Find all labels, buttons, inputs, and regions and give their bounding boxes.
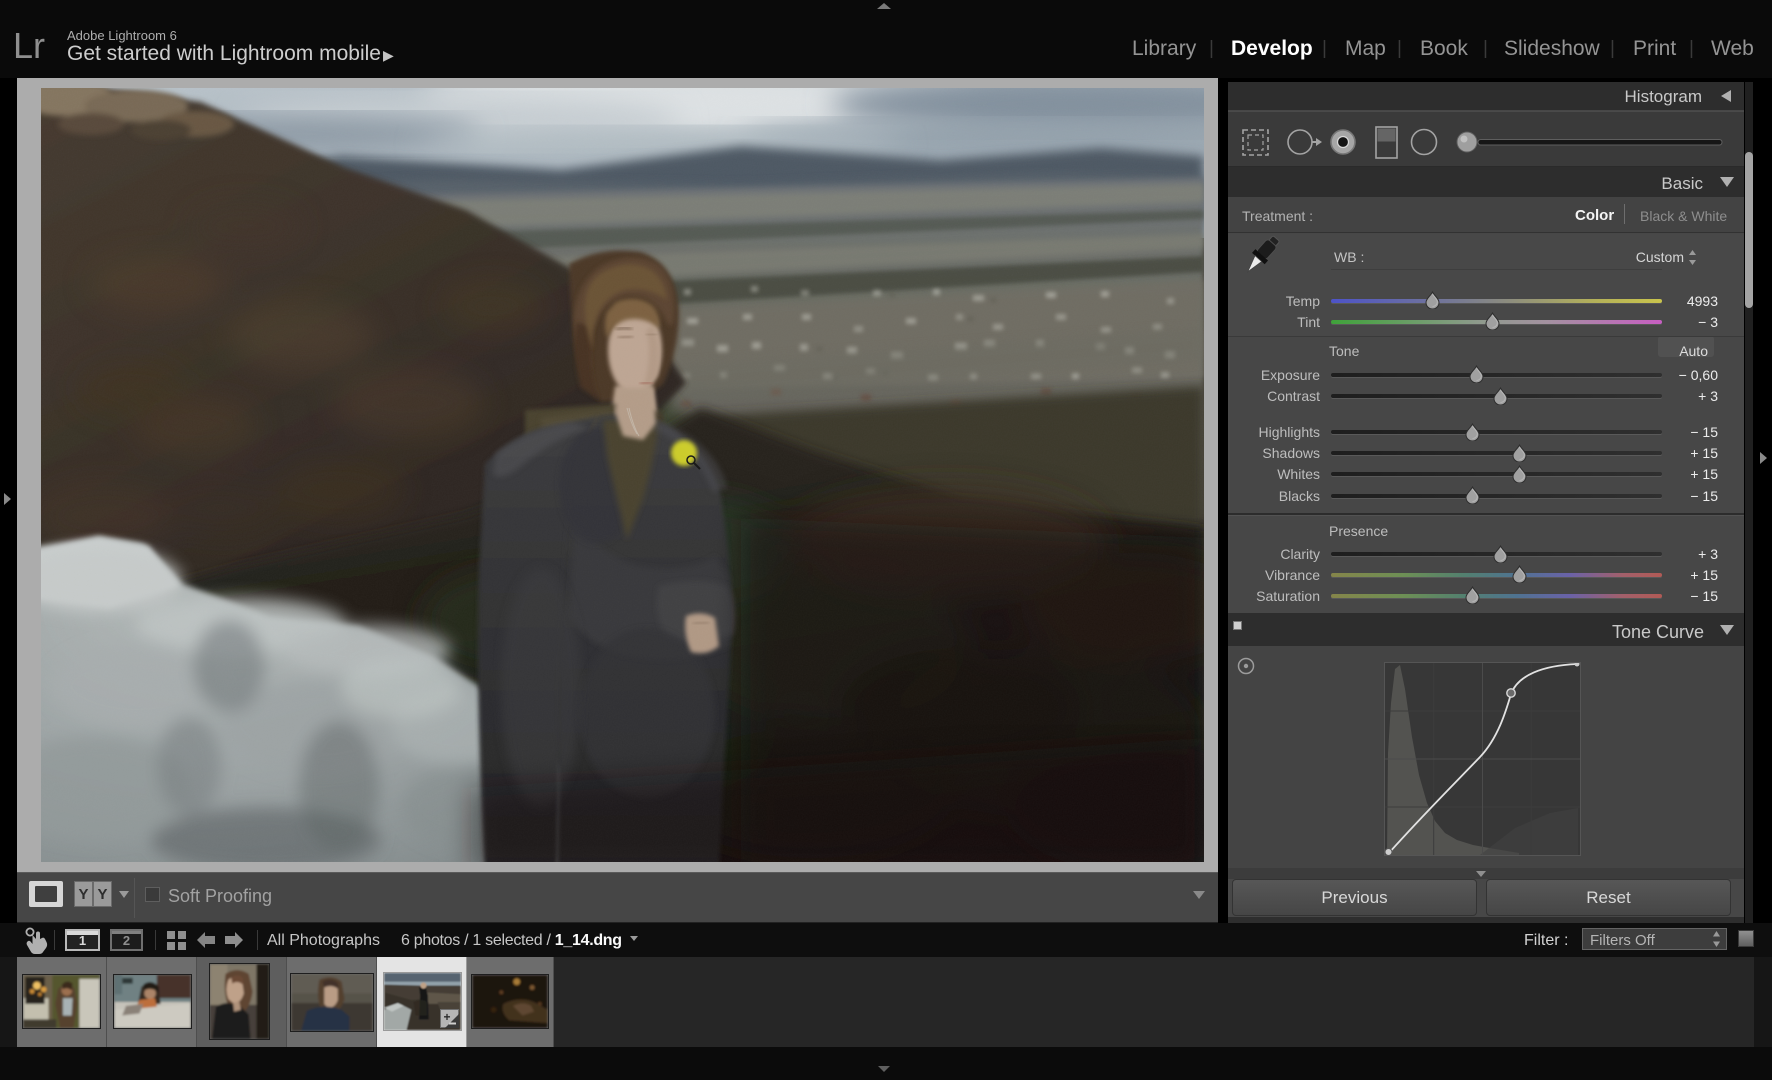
svg-text:+: + [444, 1010, 451, 1024]
